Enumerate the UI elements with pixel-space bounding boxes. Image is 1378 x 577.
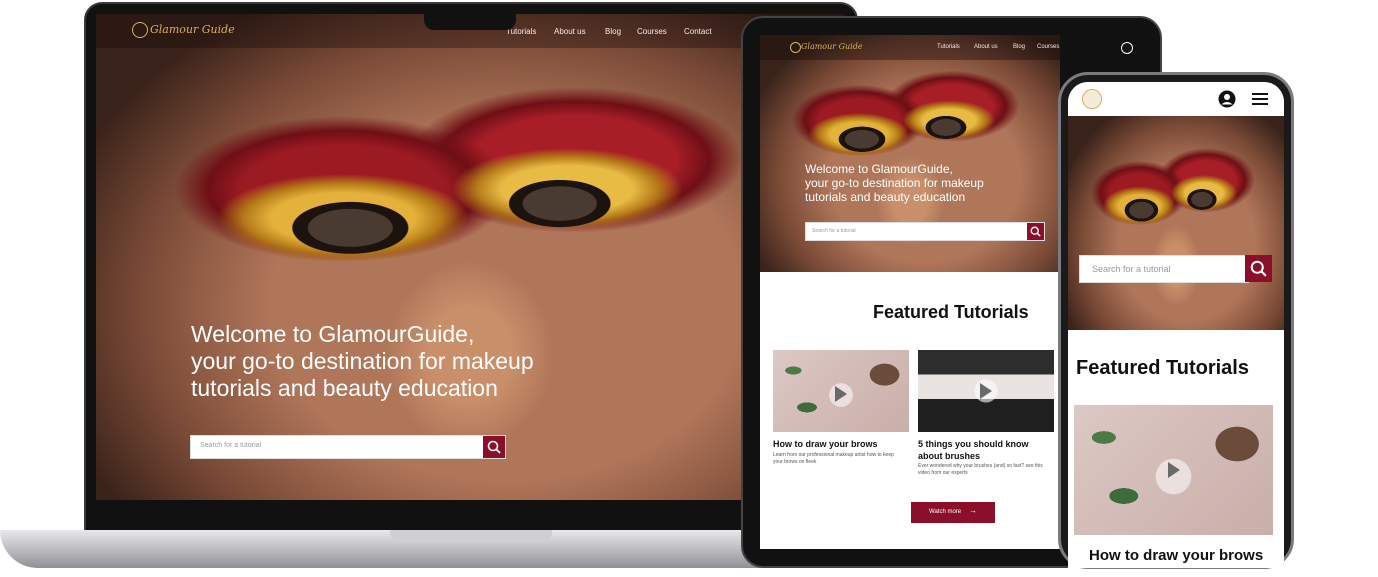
play-icon <box>835 386 847 402</box>
nav-contact[interactable]: Contact <box>684 27 712 36</box>
tablet-screen: Glamour Guide Tutorials About us Blog Co… <box>760 35 1060 549</box>
hero-line-1: Welcome to GlamourGuide, <box>191 321 475 347</box>
search-placeholder: Search for a tutorial <box>812 228 856 234</box>
hero-line-2: your go-to destination for makeup <box>805 176 984 191</box>
search-icon <box>487 440 501 454</box>
hero-line-2: your go-to destination for makeup <box>191 348 534 375</box>
nav-tutorials[interactable]: Tutorials <box>937 44 960 50</box>
logo-icon <box>790 42 801 53</box>
nav-blog[interactable]: Blog <box>1013 44 1025 50</box>
nav-courses[interactable]: Courses <box>637 27 667 36</box>
logo-icon[interactable] <box>1082 89 1102 109</box>
desktop-hero-title: Welcome to GlamourGuide, your go-to dest… <box>191 321 534 402</box>
nav-about-us[interactable]: About us <box>974 44 998 50</box>
phone-screen: Search for a tutorial Featured Tutorials… <box>1068 82 1284 568</box>
globe-icon[interactable] <box>1121 42 1133 54</box>
tablet-card-1-thumbnail[interactable] <box>773 350 909 432</box>
phone-search-input[interactable]: Search for a tutorial <box>1079 255 1249 283</box>
tablet-search-input[interactable]: Search for a tutorial <box>805 222 1045 241</box>
tablet-featured-title: Featured Tutorials <box>873 302 1029 322</box>
user-icon[interactable] <box>1218 90 1236 108</box>
search-icon <box>1250 260 1267 277</box>
search-placeholder: Search for a tutorial <box>1092 264 1171 274</box>
tablet-card-2-thumbnail[interactable] <box>918 350 1054 432</box>
menu-icon[interactable] <box>1252 92 1268 106</box>
tablet-card-2-title[interactable]: 5 things you should know about brushes <box>918 439 1050 462</box>
tablet-search-button[interactable] <box>1027 223 1044 240</box>
hero-line-1: Welcome to GlamourGuide, <box>805 162 953 176</box>
tablet-hero: Glamour Guide Tutorials About us Blog Co… <box>760 35 1060 272</box>
tablet-hero-title: Welcome to GlamourGuide, your go-to dest… <box>805 162 984 204</box>
logo-icon <box>132 22 148 38</box>
phone-card-thumbnail[interactable] <box>1074 405 1273 535</box>
play-icon <box>1168 462 1180 478</box>
hero-line-3: tutorials and beauty education <box>191 375 498 402</box>
laptop-groove <box>390 530 552 542</box>
phone-featured-title: Featured Tutorials <box>1076 357 1249 379</box>
search-placeholder: Search for a tutorial <box>200 442 262 449</box>
tablet-card-2-desc: Ever wondered why your brushes (and) so … <box>918 463 1043 476</box>
hero-line-3: tutorials and beauty education <box>805 190 966 205</box>
watch-more-button[interactable]: Watch more → <box>911 502 995 523</box>
play-icon <box>980 383 992 399</box>
nav-blog[interactable]: Blog <box>605 27 621 36</box>
desktop-screen: Glamour Guide Tutorials About us Blog Co… <box>96 14 844 500</box>
tablet-card-1-desc: Learn from our professional makeup artis… <box>773 452 894 465</box>
desktop-search-input[interactable]: Search for a tutorial <box>190 435 506 459</box>
phone-header <box>1068 82 1284 116</box>
desktop-search-button[interactable] <box>483 436 505 458</box>
watch-more-label: Watch more <box>929 509 962 515</box>
phone-search-button[interactable] <box>1245 255 1272 282</box>
nav-about-us[interactable]: About us <box>554 27 586 36</box>
search-icon <box>1030 226 1041 237</box>
laptop-notch <box>424 14 516 30</box>
tablet-card-1-title[interactable]: How to draw your brows <box>773 439 909 449</box>
tablet-logo[interactable]: Glamour Guide <box>801 42 863 51</box>
phone-card-title[interactable]: How to draw your brows <box>1089 547 1263 564</box>
phone-hero: Search for a tutorial <box>1068 116 1284 330</box>
nav-courses[interactable]: Courses <box>1037 44 1059 50</box>
desktop-logo[interactable]: Glamour Guide <box>150 23 235 36</box>
tablet-navbar: Glamour Guide Tutorials About us Blog Co… <box>760 35 1060 60</box>
arrow-right-icon: → <box>969 506 977 515</box>
